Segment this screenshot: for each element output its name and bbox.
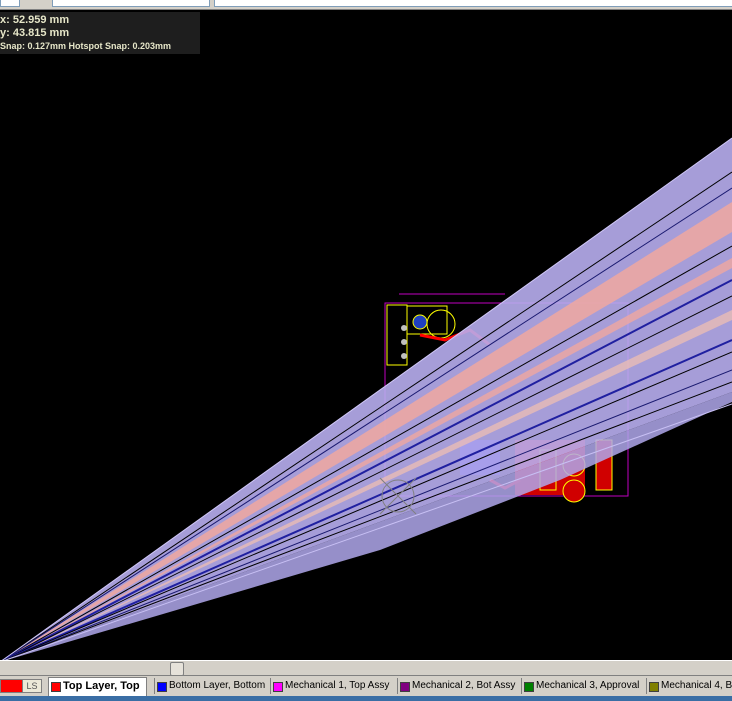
- ratsnest-fan: [1, 137, 732, 660]
- taskbar-strip: [0, 696, 732, 701]
- pad: [401, 339, 407, 345]
- top-toolbar: [0, 0, 732, 10]
- layer-tab-bar: LS Top Layer, Top Bottom Layer, Bottom M…: [0, 675, 732, 701]
- tab-top-layer[interactable]: Top Layer, Top: [48, 677, 147, 696]
- tab-mechanical-3[interactable]: Mechanical 3, Approval: [521, 678, 645, 694]
- tab-mechanical-4[interactable]: Mechanical 4, B: [646, 678, 732, 694]
- tab-bottom-layer[interactable]: Bottom Layer, Bottom: [154, 678, 271, 694]
- toolbar-field-1[interactable]: [0, 0, 20, 7]
- tab-mechanical-1[interactable]: Mechanical 1, Top Assy: [270, 678, 395, 694]
- tab-label: Mechanical 3, Approval: [536, 680, 640, 691]
- tab-mechanical-2[interactable]: Mechanical 2, Bot Assy: [397, 678, 521, 694]
- toolbar-field-3[interactable]: [214, 0, 732, 7]
- layer-color-swatch: [51, 682, 61, 692]
- layer-set-icon[interactable]: LS: [22, 679, 42, 693]
- coordinate-hud: x: 52.959 mm y: 43.815 mm Snap: 0.127mm …: [0, 12, 200, 54]
- layer-color-swatch: [649, 682, 659, 692]
- y-coordinate-readout: y: 43.815 mm: [0, 27, 70, 39]
- layer-color-swatch: [400, 682, 410, 692]
- pad: [401, 353, 407, 359]
- snap-readout: Snap: 0.127mm Hotspot Snap: 0.203mm: [0, 41, 172, 51]
- tab-label: Mechanical 2, Bot Assy: [412, 680, 516, 691]
- current-layer-swatch[interactable]: [0, 679, 24, 693]
- tab-label: Mechanical 1, Top Assy: [285, 680, 390, 691]
- tab-label: Mechanical 4, B: [661, 680, 732, 691]
- layer-color-swatch: [273, 682, 283, 692]
- layer-color-swatch: [157, 682, 167, 692]
- scrollbar-thumb[interactable]: [170, 662, 184, 676]
- x-coordinate-readout: x: 52.959 mm: [0, 14, 70, 26]
- pcb-view: [1, 137, 732, 660]
- toolbar-field-2[interactable]: [52, 0, 210, 7]
- pcb-canvas[interactable]: [0, 10, 732, 660]
- layer-color-swatch: [524, 682, 534, 692]
- pad: [401, 325, 407, 331]
- horizontal-scrollbar[interactable]: [0, 660, 732, 676]
- tab-label: Bottom Layer, Bottom: [169, 680, 266, 691]
- mounting-hole-1: [412, 314, 428, 330]
- capacitor-2: [562, 479, 586, 503]
- tab-label: Top Layer, Top: [63, 680, 140, 692]
